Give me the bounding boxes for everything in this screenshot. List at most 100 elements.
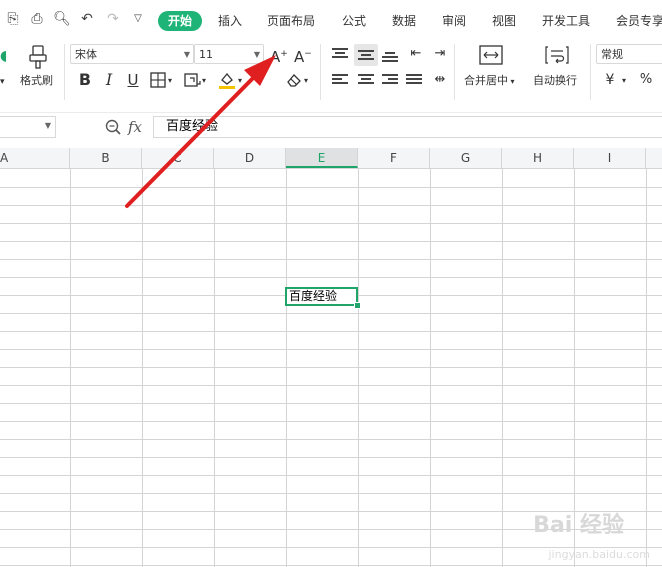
watermark-url: jingyan.baidu.com bbox=[548, 548, 650, 561]
fill-dropdown-icon[interactable]: ▾ bbox=[202, 74, 206, 88]
tab-data[interactable]: 数据 bbox=[392, 11, 416, 31]
undo-icon[interactable]: ↶ bbox=[78, 10, 96, 28]
chevron-down-icon: ▼ bbox=[253, 50, 260, 59]
tab-view[interactable]: 视图 bbox=[492, 11, 516, 31]
number-format-value: 常规 bbox=[601, 48, 623, 61]
merge-center-label[interactable]: 合并居中 ▾ bbox=[464, 74, 515, 89]
underline-button[interactable]: U bbox=[123, 70, 143, 90]
fill-color-dropdown-icon[interactable]: ▾ bbox=[238, 74, 242, 88]
print-icon[interactable]: ⎙ bbox=[28, 10, 46, 28]
percent-button[interactable]: % bbox=[636, 70, 656, 90]
ribbon-separator bbox=[454, 44, 455, 100]
tab-formulas[interactable]: 公式 bbox=[342, 11, 366, 31]
grid-row-line bbox=[0, 349, 662, 350]
active-cell[interactable]: 百度经验 bbox=[285, 287, 358, 306]
italic-button[interactable]: I bbox=[99, 70, 119, 90]
merge-center-icon[interactable] bbox=[478, 44, 504, 66]
tab-review[interactable]: 审阅 bbox=[442, 11, 466, 31]
currency-dropdown-icon[interactable]: ▾ bbox=[622, 74, 626, 88]
tab-insert[interactable]: 插入 bbox=[218, 11, 242, 31]
currency-button[interactable]: ¥ bbox=[600, 70, 620, 90]
column-header-b[interactable]: B bbox=[70, 148, 142, 168]
align-top-icon[interactable] bbox=[332, 48, 348, 62]
grid-row-line bbox=[0, 313, 662, 314]
grid-row-line bbox=[0, 385, 662, 386]
borders-dropdown-icon[interactable]: ▾ bbox=[168, 74, 172, 88]
grid-row-line bbox=[0, 241, 662, 242]
increase-indent-icon[interactable]: ⇥ bbox=[430, 44, 450, 64]
column-header-d[interactable]: D bbox=[214, 148, 286, 168]
grid-column-line bbox=[430, 169, 431, 567]
grid-row-line bbox=[0, 493, 662, 494]
column-header-e[interactable]: E bbox=[286, 148, 358, 168]
formula-input[interactable]: 百度经验 bbox=[153, 116, 662, 138]
tab-home[interactable]: 开始 bbox=[158, 11, 202, 31]
grid-row-line bbox=[0, 277, 662, 278]
paste-dropdown-icon[interactable]: ▾ bbox=[0, 75, 5, 89]
paste-icon-partial[interactable]: ◖ bbox=[0, 46, 7, 66]
tab-developer[interactable]: 开发工具 bbox=[542, 11, 590, 31]
decrease-font-size-button[interactable]: A− bbox=[294, 44, 314, 66]
clear-dropdown-icon[interactable]: ▾ bbox=[304, 74, 308, 88]
column-header-g[interactable]: G bbox=[430, 148, 502, 168]
column-header-f[interactable]: F bbox=[358, 148, 430, 168]
align-right-icon[interactable] bbox=[382, 74, 398, 88]
customize-dropdown-icon[interactable]: ▽ bbox=[129, 10, 147, 28]
column-header-row: A B C D E F G H I bbox=[0, 148, 662, 169]
grid-column-line bbox=[214, 169, 215, 567]
merge-center-text: 合并居中 bbox=[464, 74, 508, 87]
justify-icon[interactable] bbox=[406, 74, 422, 88]
format-painter-icon[interactable] bbox=[28, 45, 48, 69]
menu-bar: ⎘ ⎙ 🔍︎ ↶ ↷ ▽ 开始 插入 页面布局 公式 数据 审阅 视图 开发工具… bbox=[0, 0, 662, 40]
number-format-select[interactable]: 常规 bbox=[596, 44, 662, 64]
grid-row-line bbox=[0, 403, 662, 404]
wrap-text-label[interactable]: 自动换行 bbox=[533, 74, 577, 88]
grid-column-line bbox=[142, 169, 143, 567]
tab-page-layout[interactable]: 页面布局 bbox=[267, 11, 315, 31]
borders-icon[interactable] bbox=[150, 72, 166, 88]
bold-button[interactable]: B bbox=[75, 70, 95, 90]
grid-row-line bbox=[0, 205, 662, 206]
grid-column-line bbox=[646, 169, 647, 567]
fill-effects-icon[interactable] bbox=[184, 72, 202, 88]
align-bottom-icon[interactable] bbox=[382, 52, 398, 66]
watermark-logo: Bai 经验 bbox=[533, 513, 624, 538]
chevron-down-icon: ▼ bbox=[183, 50, 190, 59]
grid-row-line bbox=[0, 259, 662, 260]
name-box[interactable]: ▼ bbox=[0, 116, 56, 138]
tab-member[interactable]: 会员专享 bbox=[616, 11, 662, 31]
wrap-text-icon[interactable] bbox=[544, 44, 570, 66]
grid-column-line bbox=[286, 169, 287, 567]
distributed-align-icon[interactable]: ⇹ bbox=[430, 70, 450, 90]
column-header-a[interactable]: A bbox=[0, 148, 70, 168]
align-left-icon[interactable] bbox=[332, 74, 348, 88]
fx-icon[interactable]: fx bbox=[128, 116, 142, 138]
export-icon[interactable]: ⎘ bbox=[4, 10, 22, 28]
redo-icon[interactable]: ↷ bbox=[104, 10, 122, 28]
format-painter-label[interactable]: 格式刷 bbox=[20, 74, 53, 88]
font-size-value: 11 bbox=[199, 48, 213, 61]
grid-row-line bbox=[0, 367, 662, 368]
column-header-i[interactable]: I bbox=[574, 148, 646, 168]
clear-eraser-icon[interactable] bbox=[286, 72, 302, 88]
font-name-select[interactable]: 宋体 ▼ bbox=[70, 44, 194, 64]
grid-row-line bbox=[0, 187, 662, 188]
fill-handle[interactable] bbox=[354, 302, 361, 309]
font-size-select[interactable]: 11 ▼ bbox=[194, 44, 264, 64]
grid-row-line bbox=[0, 457, 662, 458]
decrease-indent-icon[interactable]: ⇤ bbox=[406, 44, 426, 64]
ribbon-separator bbox=[320, 44, 321, 100]
grid-column-line bbox=[70, 169, 71, 567]
fill-color-icon[interactable] bbox=[218, 70, 236, 90]
align-center-icon[interactable] bbox=[358, 74, 374, 88]
chevron-down-icon: ▼ bbox=[44, 121, 51, 130]
grid-column-line bbox=[358, 169, 359, 567]
increase-font-size-button[interactable]: A+ bbox=[270, 44, 290, 66]
column-header-h[interactable]: H bbox=[502, 148, 574, 168]
grid-row-line bbox=[0, 565, 662, 566]
column-header-c[interactable]: C bbox=[142, 148, 214, 168]
ribbon-separator bbox=[64, 44, 65, 100]
print-preview-icon[interactable]: 🔍︎ bbox=[53, 10, 71, 28]
zoom-lookup-icon[interactable] bbox=[104, 118, 122, 136]
grid-row-line bbox=[0, 421, 662, 422]
